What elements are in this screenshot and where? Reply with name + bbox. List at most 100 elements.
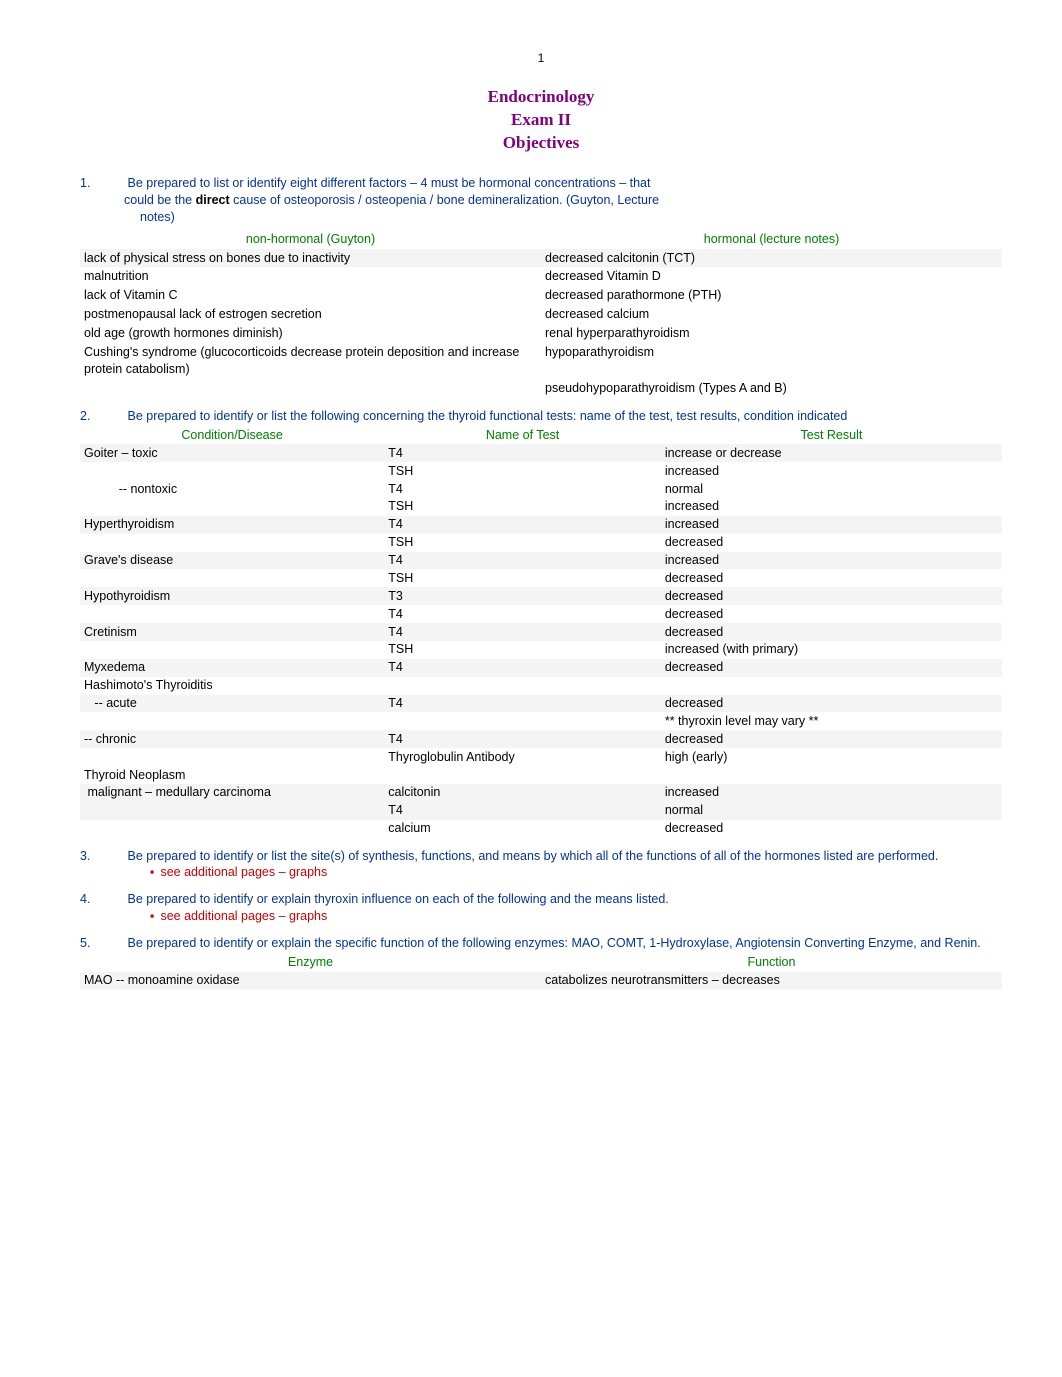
q2-condition-cell — [80, 641, 384, 659]
q2-condition-cell: Hypothyroidism — [80, 587, 384, 605]
bullet-icon: ▪ — [150, 865, 154, 879]
q1-header-left: non-hormonal (Guyton) — [80, 230, 541, 249]
q5-h1: Enzyme — [80, 954, 541, 972]
q3-bullet-line: ▪ see additional pages – graphs — [150, 864, 1002, 881]
q2-result-cell: high (early) — [661, 748, 1002, 766]
q1-left-cell: lack of Vitamin C — [80, 286, 541, 305]
q2-condition-cell: -- nontoxic — [80, 480, 384, 498]
q1-right-cell: hypoparathyroidism — [541, 343, 1002, 379]
title-line-2: Exam II — [80, 109, 1002, 132]
q2-h1: Condition/Disease — [80, 426, 384, 444]
q2-result-cell: decreased — [661, 587, 1002, 605]
q2-condition-cell: Hyperthyroidism — [80, 516, 384, 534]
title-line-3: Objectives — [80, 132, 1002, 155]
q4-bullet-line: ▪ see additional pages – graphs — [150, 908, 1002, 925]
question-2: 2. Be prepared to identify or list the f… — [80, 408, 1002, 838]
q2-test-cell — [384, 677, 661, 695]
q2-result-cell: decreased — [661, 569, 1002, 587]
q3-text: Be prepared to identify or list the site… — [127, 849, 938, 863]
question-1: 1. Be prepared to list or identify eight… — [80, 175, 1002, 398]
q2-test-cell: T4 — [384, 659, 661, 677]
q4-number: 4. — [80, 891, 124, 908]
q1-left-cell: old age (growth hormones diminish) — [80, 324, 541, 343]
q2-test-cell: T3 — [384, 587, 661, 605]
q3-bullet-text: see additional pages – graphs — [160, 865, 327, 879]
q2-condition-cell: Myxedema — [80, 659, 384, 677]
q2-result-cell: decreased — [661, 605, 1002, 623]
q5-table: Enzyme Function MAO -- monoamine oxidase… — [80, 954, 1002, 990]
q1-number: 1. — [80, 175, 124, 192]
q2-result-cell: increased — [661, 462, 1002, 480]
q2-result-cell: decreased — [661, 659, 1002, 677]
bullet-icon: ▪ — [150, 909, 154, 923]
q2-test-cell: T4 — [384, 516, 661, 534]
q2-result-cell: decreased — [661, 695, 1002, 713]
question-5: 5. Be prepared to identify or explain th… — [80, 935, 1002, 990]
q2-test-cell: Thyroglobulin Antibody — [384, 748, 661, 766]
q2-condition-cell — [80, 605, 384, 623]
q2-test-cell: T4 — [384, 802, 661, 820]
q2-condition-cell — [80, 534, 384, 552]
q2-result-cell: decreased — [661, 820, 1002, 838]
q2-condition-cell — [80, 820, 384, 838]
q2-result-cell: increased — [661, 516, 1002, 534]
q5-function-cell: catabolizes neurotransmitters – decrease… — [541, 972, 1002, 990]
q5-number: 5. — [80, 935, 124, 952]
q4-bullet-text: see additional pages – graphs — [160, 909, 327, 923]
q2-condition-cell: malignant – medullary carcinoma — [80, 784, 384, 802]
q2-table: Condition/Disease Name of Test Test Resu… — [80, 426, 1002, 837]
q2-result-cell — [661, 766, 1002, 784]
q2-test-cell: T4 — [384, 695, 661, 713]
q2-result-cell: ** thyroxin level may vary ** — [661, 712, 1002, 730]
q2-result-cell: increase or decrease — [661, 444, 1002, 462]
q2-result-cell: normal — [661, 802, 1002, 820]
q1-right-cell: decreased parathormone (PTH) — [541, 286, 1002, 305]
q2-result-cell: increased — [661, 784, 1002, 802]
q2-condition-cell — [80, 748, 384, 766]
q2-result-cell: decreased — [661, 730, 1002, 748]
q2-test-cell: calcium — [384, 820, 661, 838]
q2-result-cell: increased — [661, 552, 1002, 570]
q2-condition-cell: Thyroid Neoplasm — [80, 766, 384, 784]
q2-condition-cell — [80, 802, 384, 820]
q2-test-cell: TSH — [384, 498, 661, 516]
q2-condition-cell — [80, 569, 384, 587]
q2-test-cell: T4 — [384, 552, 661, 570]
q2-test-cell — [384, 712, 661, 730]
q1-text-line2-pre: could be the — [124, 193, 196, 207]
q2-number: 2. — [80, 408, 124, 425]
q2-h3: Test Result — [661, 426, 1002, 444]
q1-right-cell: decreased calcium — [541, 305, 1002, 324]
q2-test-cell: T4 — [384, 730, 661, 748]
q5-enzyme-cell: MAO -- monoamine oxidase — [80, 972, 541, 990]
q1-header-right: hormonal (lecture notes) — [541, 230, 1002, 249]
q2-condition-cell: Goiter – toxic — [80, 444, 384, 462]
q2-test-cell: T4 — [384, 480, 661, 498]
q1-right-cell: renal hyperparathyroidism — [541, 324, 1002, 343]
q2-test-cell: TSH — [384, 534, 661, 552]
q1-text-line3: notes) — [140, 210, 175, 224]
q2-condition-cell — [80, 498, 384, 516]
q5-text: Be prepared to identify or explain the s… — [127, 936, 980, 950]
q5-h2: Function — [541, 954, 1002, 972]
q1-table: non-hormonal (Guyton) hormonal (lecture … — [80, 230, 1002, 398]
q2-text: Be prepared to identify or list the foll… — [127, 409, 847, 423]
q2-test-cell: TSH — [384, 569, 661, 587]
q2-result-cell: decreased — [661, 534, 1002, 552]
q2-test-cell: T4 — [384, 623, 661, 641]
q2-h2: Name of Test — [384, 426, 661, 444]
q2-condition-cell — [80, 712, 384, 730]
q2-condition-cell: Grave's disease — [80, 552, 384, 570]
q1-text-line2-post: cause of osteoporosis / osteopenia / bon… — [230, 193, 659, 207]
q2-result-cell — [661, 677, 1002, 695]
q2-condition-cell: -- acute — [80, 695, 384, 713]
q1-left-cell: Cushing's syndrome (glucocorticoids decr… — [80, 343, 541, 379]
question-4: 4. Be prepared to identify or explain th… — [80, 891, 1002, 925]
q1-direct: direct — [196, 193, 230, 207]
q4-text: Be prepared to identify or explain thyro… — [127, 892, 668, 906]
q1-right-cell: decreased Vitamin D — [541, 267, 1002, 286]
q2-test-cell: T4 — [384, 605, 661, 623]
q3-number: 3. — [80, 848, 124, 865]
q2-test-cell: calcitonin — [384, 784, 661, 802]
q2-result-cell: increased — [661, 498, 1002, 516]
